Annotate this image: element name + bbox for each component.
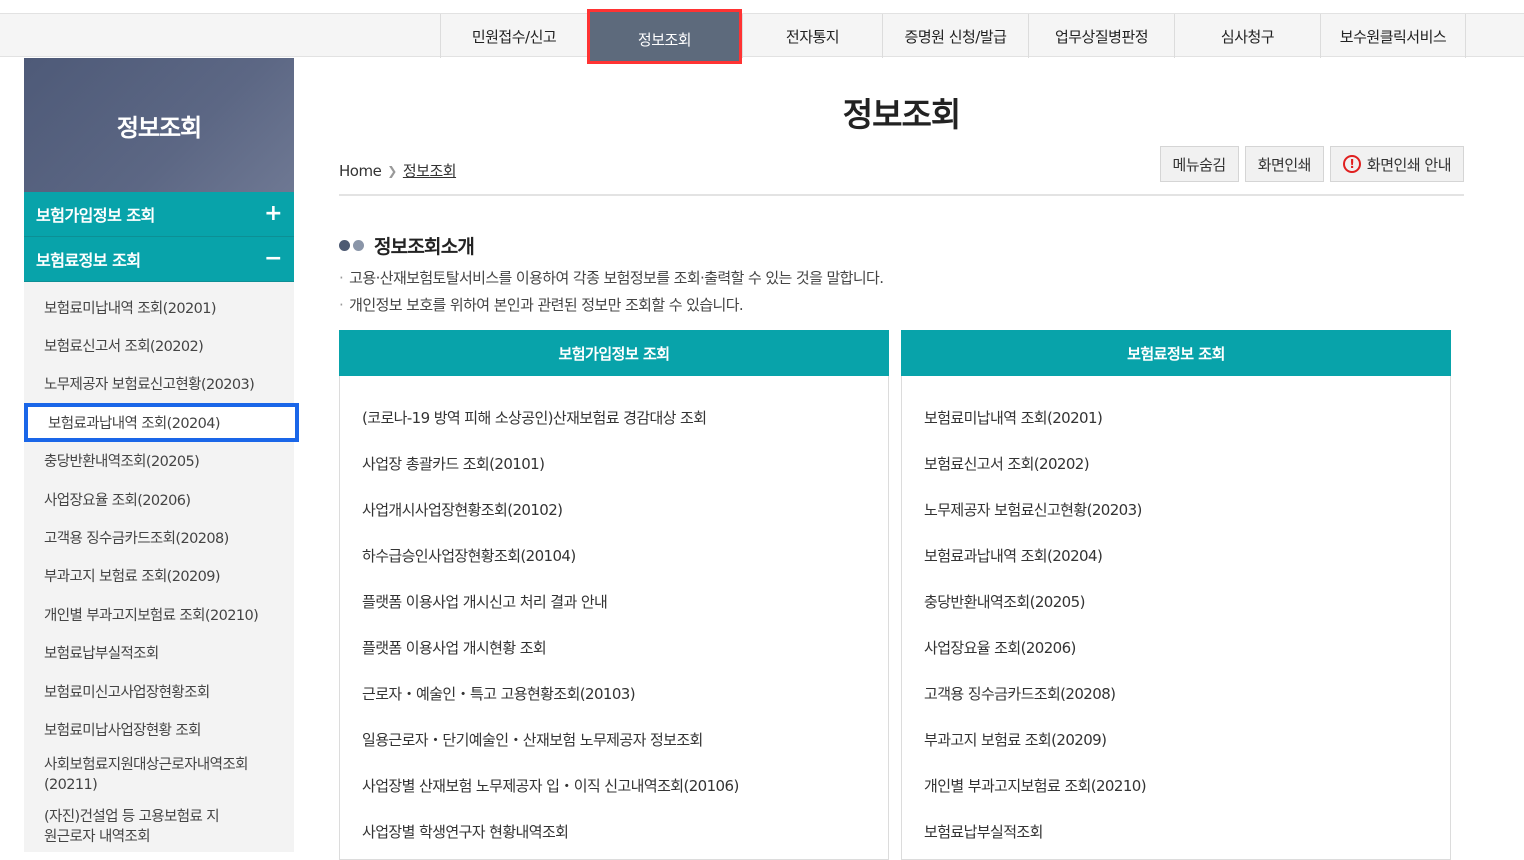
breadcrumb: Home ❯ 정보조회 [339, 160, 457, 181]
top-menu-item[interactable]: 증명원 신청/발급 [882, 14, 1028, 58]
panel-link[interactable]: 노무제공자 보험료신고현황(20203) [924, 486, 1450, 532]
section-heading: 정보조회소개 [339, 232, 475, 259]
sidebar-item[interactable]: 노무제공자 보험료신고현황(20203) [24, 365, 294, 403]
chevron-right-icon: ❯ [387, 163, 397, 178]
panel-link[interactable]: 하수급승인사업장현황조회(20104) [362, 532, 888, 578]
sidebar-submenu: 보험료미납내역 조회(20201) 보험료신고서 조회(20202) 노무제공자… [24, 282, 299, 853]
panel-list: 보험료미납내역 조회(20201) 보험료신고서 조회(20202) 노무제공자… [902, 376, 1450, 855]
print-button[interactable]: 화면인쇄 [1244, 146, 1324, 182]
sidebar-item[interactable]: 고객용 징수금카드조회(20208) [24, 518, 294, 556]
sidebar-item[interactable]: 보험료미신고사업장현황조회 [24, 672, 294, 710]
sidebar-category-label: 보험료정보 조회 [36, 251, 141, 270]
sidebar-item[interactable]: 개인별 부과고지보험료 조회(20210) [24, 595, 294, 633]
panel-link[interactable]: 플랫폼 이용사업 개시신고 처리 결과 안내 [362, 578, 888, 624]
panel-link[interactable]: 충당반환내역조회(20205) [924, 578, 1450, 624]
sidebar-title: 정보조회 [24, 58, 294, 192]
panel-title: 보험료정보 조회 [901, 330, 1451, 376]
top-menu-item[interactable]: 심사청구 [1174, 14, 1320, 58]
section-title: 정보조회소개 [374, 236, 475, 258]
sidebar-item[interactable]: 보험료미납내역 조회(20201) [24, 288, 294, 326]
alert-icon: ! [1342, 155, 1361, 173]
sidebar-category-premium-info[interactable]: 보험료정보 조회 − [24, 237, 294, 282]
panel-link[interactable]: 보험료납부실적조회 [924, 809, 1450, 855]
top-menu: 민원접수/신고 정보조회 전자통지 증명원 신청/발급 업무상질병판정 심사청구… [440, 9, 1466, 64]
panel-title: 보험가입정보 조회 [339, 330, 889, 376]
panel-list: (코로나-19 방역 피해 소상공인)산재보험료 경감대상 조회 사업장 총괄카… [340, 376, 888, 855]
panel-link[interactable]: 고객용 징수금카드조회(20208) [924, 671, 1450, 717]
description-line: 개인정보 보호를 위하여 본인과 관련된 정보만 조회할 수 있습니다. [339, 294, 744, 315]
top-menu-item[interactable]: 보수원클릭서비스 [1320, 14, 1466, 58]
top-menu-item[interactable]: 업무상질병판정 [1028, 14, 1174, 58]
sidebar: 정보조회 보험가입정보 조회 + 보험료정보 조회 − 보험료미납내역 조회(2… [24, 58, 299, 853]
sidebar-item[interactable]: 충당반환내역조회(20205) [24, 442, 294, 480]
top-menu-item[interactable]: 민원접수/신고 [440, 14, 587, 58]
panel-link[interactable]: 사업장별 산재보험 노무제공자 입・이직 신고내역조회(20106) [362, 763, 888, 809]
panel-link[interactable]: 개인별 부과고지보험료 조회(20210) [924, 763, 1450, 809]
panel-insurance-join: 보험가입정보 조회 (코로나-19 방역 피해 소상공인)산재보험료 경감대상 … [339, 330, 889, 860]
sidebar-item[interactable]: 사업장요율 조회(20206) [24, 480, 294, 518]
panel-link[interactable]: 보험료과납내역 조회(20204) [924, 532, 1450, 578]
minus-icon: − [264, 246, 282, 271]
top-navigation: 민원접수/신고 정보조회 전자통지 증명원 신청/발급 업무상질병판정 심사청구… [0, 9, 1524, 64]
sidebar-item[interactable]: 보험료미납사업장현황 조회 [24, 710, 294, 748]
page-title: 정보조회 [842, 95, 961, 134]
divider [339, 194, 1464, 196]
sidebar-item[interactable]: (자진)건설업 등 고용보험료 지원근로자 내역조회 [24, 801, 224, 853]
print-guide-button[interactable]: ! 화면인쇄 안내 [1329, 146, 1464, 182]
bullet-dots-icon [339, 240, 364, 251]
sidebar-item[interactable]: 사회보험료지원대상근로자내역조회(20211) [24, 749, 274, 801]
top-menu-item-active[interactable]: 정보조회 [587, 9, 742, 64]
panel-link[interactable]: 사업장요율 조회(20206) [924, 624, 1450, 670]
panel-link[interactable]: 사업장별 학생연구자 현황내역조회 [362, 809, 888, 855]
panel-link[interactable]: 보험료신고서 조회(20202) [924, 440, 1450, 486]
panel-link[interactable]: 사업개시사업장현황조회(20102) [362, 486, 888, 532]
panel-link[interactable]: 근로자・예술인・특고 고용현황조회(20103) [362, 671, 888, 717]
panel-link[interactable]: (코로나-19 방역 피해 소상공인)산재보험료 경감대상 조회 [362, 394, 888, 440]
plus-icon: + [264, 201, 282, 226]
page-tools: 메뉴숨김 화면인쇄 ! 화면인쇄 안내 [1159, 146, 1464, 182]
sidebar-item[interactable]: 부과고지 보험료 조회(20209) [24, 557, 294, 595]
sidebar-category-insurance-join[interactable]: 보험가입정보 조회 + [24, 192, 294, 237]
sidebar-item[interactable]: 보험료납부실적조회 [24, 634, 294, 672]
sidebar-item-highlighted[interactable]: 보험료과납내역 조회(20204) [24, 403, 299, 442]
breadcrumb-current[interactable]: 정보조회 [403, 160, 457, 181]
hide-menu-button[interactable]: 메뉴숨김 [1159, 146, 1239, 182]
panel-link[interactable]: 일용근로자・단기예술인・산재보험 노무제공자 정보조회 [362, 717, 888, 763]
description-line: 고용·산재보험토탈서비스를 이용하여 각종 보험정보를 조회·출력할 수 있는 … [339, 267, 884, 288]
panel-link[interactable]: 보험료미납내역 조회(20201) [924, 394, 1450, 440]
sidebar-category-label: 보험가입정보 조회 [36, 206, 155, 225]
panel-premium-info: 보험료정보 조회 보험료미납내역 조회(20201) 보험료신고서 조회(202… [901, 330, 1451, 860]
sidebar-item[interactable]: 보험료신고서 조회(20202) [24, 326, 294, 364]
breadcrumb-home[interactable]: Home [339, 162, 382, 180]
panel-link[interactable]: 사업장 총괄카드 조회(20101) [362, 440, 888, 486]
top-menu-item[interactable]: 전자통지 [742, 14, 882, 58]
panel-link[interactable]: 플랫폼 이용사업 개시현황 조회 [362, 624, 888, 670]
panel-link[interactable]: 부과고지 보험료 조회(20209) [924, 717, 1450, 763]
print-guide-label: 화면인쇄 안내 [1366, 155, 1452, 174]
